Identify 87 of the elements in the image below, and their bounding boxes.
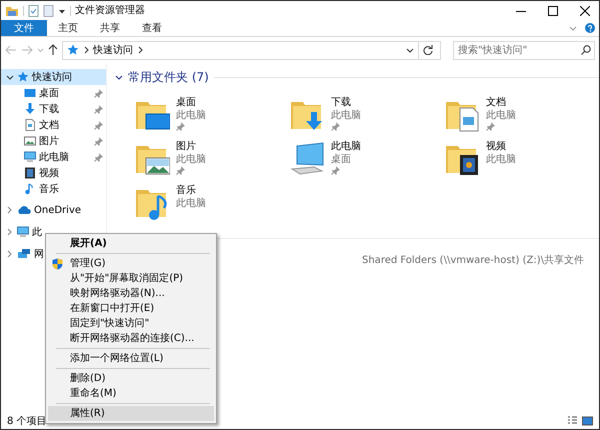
folder-name[interactable]: 下载 — [331, 96, 351, 109]
pin-icon — [94, 120, 103, 130]
network-icon — [17, 248, 31, 260]
tiles-view-icon[interactable] — [582, 416, 593, 426]
pin-icon — [176, 166, 185, 175]
pin-icon — [331, 122, 340, 131]
expand-chevron-icon[interactable] — [115, 73, 123, 81]
search-icon[interactable] — [581, 44, 591, 54]
ribbon-tab[interactable]: 查看 — [131, 20, 173, 36]
search-field[interactable]: 搜索"快速访问" — [453, 40, 595, 60]
sidebar-item[interactable]: 文档 — [39, 118, 59, 132]
pin-icon — [94, 104, 103, 114]
pin-icon — [331, 166, 340, 175]
refresh-icon[interactable] — [423, 45, 433, 55]
folder-name[interactable]: 视频 — [486, 140, 506, 153]
chevron-right-icon — [83, 46, 89, 54]
folder-location: 此电脑 — [176, 109, 206, 122]
computer-icon — [24, 151, 36, 163]
collapse-chevron-icon[interactable] — [6, 250, 14, 258]
folder-location: 此电脑 — [331, 109, 361, 122]
dropdown-caret-icon[interactable] — [406, 46, 414, 54]
sidebar-item[interactable]: 桌面 — [39, 86, 59, 100]
chevron-right-icon — [137, 46, 143, 54]
folder-location: 此电脑 — [176, 153, 206, 166]
folder-name[interactable]: 此电脑 — [331, 140, 361, 153]
cloud-icon — [17, 205, 31, 215]
star-icon — [67, 44, 79, 56]
maximize-icon — [548, 6, 558, 16]
folder-name[interactable]: 桌面 — [176, 96, 196, 109]
recent-file[interactable]: Shared Folders (\\vmware-host) (Z:)\共享文件 — [362, 255, 584, 266]
computer-icon — [289, 140, 325, 176]
desktop-icon — [24, 87, 36, 99]
sidebar-item[interactable]: 网 — [34, 246, 44, 262]
window-title: 文件资源管理器 — [75, 4, 145, 18]
item-count: 8 个项目 — [7, 414, 47, 428]
star-icon — [17, 71, 29, 83]
sidebar-item[interactable]: OneDrive — [34, 202, 82, 218]
folder-icon[interactable] — [5, 4, 19, 16]
expand-chevron-icon[interactable] — [6, 73, 14, 81]
film-icon — [24, 167, 36, 179]
details-view-icon[interactable] — [567, 416, 578, 426]
sidebar-item[interactable]: 此 — [32, 224, 42, 240]
menu-item[interactable]: 管理(G) — [48, 256, 214, 271]
menu-item[interactable]: 展开(A) — [48, 236, 214, 251]
menu-item[interactable]: 断开网络驱动器的连接(C)... — [48, 331, 214, 346]
sidebar-item[interactable]: 音乐 — [39, 182, 59, 196]
menu-item[interactable]: 重命名(M) — [48, 386, 214, 401]
pin-icon — [94, 152, 103, 162]
collapse-chevron-icon[interactable] — [6, 228, 14, 236]
menu-item[interactable]: 映射网络驱动器(N)... — [48, 286, 214, 301]
pin-icon — [486, 122, 495, 131]
sidebar-item[interactable]: 视频 — [39, 166, 59, 180]
collapse-chevron-icon[interactable] — [6, 206, 14, 214]
close-icon — [580, 6, 590, 16]
sidebar-item[interactable]: 图片 — [39, 134, 59, 148]
folder-location: 桌面 — [331, 153, 351, 166]
pin-icon — [94, 136, 103, 146]
shield-icon — [52, 258, 63, 270]
section-header[interactable]: 常用文件夹 (7) — [128, 68, 209, 86]
folder-location: 此电脑 — [486, 109, 516, 122]
help-icon[interactable] — [585, 23, 595, 33]
ribbon-tab[interactable]: 主页 — [47, 20, 89, 36]
folder-name[interactable]: 图片 — [176, 140, 196, 153]
menu-item[interactable]: 添加一个网络位置(L) — [48, 351, 214, 366]
up-arrow-icon[interactable] — [48, 44, 58, 56]
chevron-down-icon[interactable] — [569, 24, 577, 32]
ribbon-tab[interactable]: 共享 — [89, 20, 131, 36]
menu-item[interactable]: 属性(R) — [48, 406, 214, 421]
computer-icon — [17, 226, 29, 238]
ribbon-tab[interactable]: 文件 — [1, 20, 47, 36]
download-icon — [24, 103, 36, 115]
folder-name[interactable]: 音乐 — [176, 184, 196, 197]
picture-icon — [24, 135, 36, 147]
menu-item[interactable]: 固定到"快速访问" — [48, 316, 214, 331]
sidebar-item[interactable]: 此电脑 — [39, 150, 69, 164]
folder-name[interactable]: 文档 — [486, 96, 506, 109]
document-icon — [24, 119, 36, 131]
pin-icon — [94, 88, 103, 98]
sidebar-item[interactable]: 下载 — [39, 102, 59, 116]
folder-location: 此电脑 — [486, 153, 516, 166]
menu-item[interactable]: 删除(D) — [48, 371, 214, 386]
menu-item[interactable]: 从"开始"屏幕取消固定(P) — [48, 271, 214, 286]
folder-location: 此电脑 — [176, 197, 206, 210]
menu-item[interactable]: 在新窗口中打开(E) — [48, 301, 214, 316]
address-field[interactable]: 快速访问 — [62, 40, 441, 60]
properties-icon[interactable] — [28, 4, 39, 16]
pin-icon — [176, 122, 185, 131]
